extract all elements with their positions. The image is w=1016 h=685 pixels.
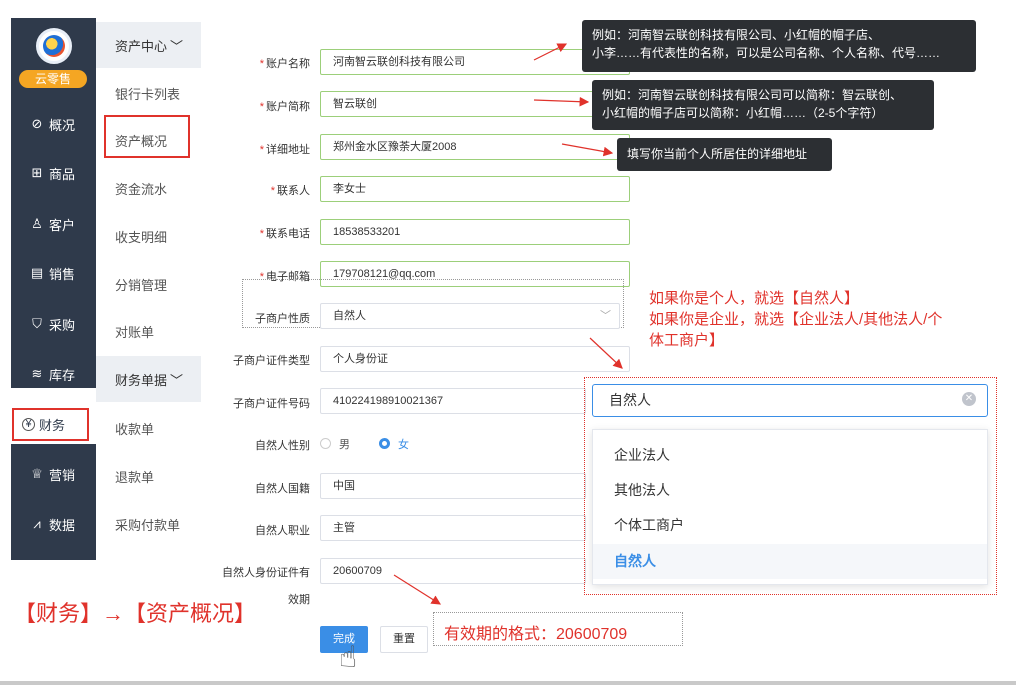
annotation-expiry: 有效期的格式：20600709 (444, 626, 628, 643)
nav-item-data[interactable]: ⩘ 数据 (11, 504, 96, 544)
app-badge: 云零售 (19, 70, 87, 88)
nav-label: 销售 (49, 266, 76, 282)
annotation-text: 如果你是个人，就选【自然人】 (649, 290, 860, 307)
field-label: * 账户名称 (259, 58, 310, 70)
field-label: 子商户性质 (255, 313, 310, 325)
nav-label: 商品 (49, 166, 76, 182)
nav-label: 营销 (49, 467, 76, 483)
sub-type-select[interactable]: 自然人 ﹀ (320, 303, 620, 329)
field-label: * 账户简称 (259, 101, 310, 113)
tooltip-address: 填写你当前个人所居住的详细地址 (617, 138, 832, 171)
address-input[interactable]: 郑州金水区豫荼大厦2008 (320, 134, 630, 160)
field-label: 子商户证件号码 (233, 398, 310, 410)
crown-icon: ♕ (31, 466, 43, 481)
annotation-sub-type: 如果你是个人，就选【自然人】 如果你是企业，就选【企业法人/其他法人/个 体工商… (649, 288, 942, 351)
cert-number-input[interactable]: 410224198910021367 (320, 388, 586, 414)
compass-icon: ⊘ (31, 116, 43, 131)
field-label: * 联系电话 (259, 228, 310, 240)
subnav-group-asset-center[interactable]: 资产中心 ﹀ (96, 22, 201, 68)
annotation-path: 【财务】→【资产概况】 (14, 601, 257, 626)
hand-cursor-icon: ☝ (339, 641, 358, 674)
cert-type-select[interactable]: 个人身份证 (320, 346, 630, 372)
nav-label: 库存 (49, 367, 76, 383)
annotation-text: 如果你是企业，就选【企业法人/其他法人/个 (649, 311, 943, 328)
gender-female-radio[interactable] (379, 438, 390, 449)
chevron-down-icon: ﹀ (170, 38, 184, 54)
tooltip-account-name: 例如：河南智云联创科技有限公司、小红帽的帽子店、 小李……有代表性的名称，可以是… (582, 20, 976, 72)
field-label: 自然人身份证件有 (222, 567, 310, 579)
tooltip-text: 小李……有代表性的名称，可以是公司名称、个人名称、代号…… (592, 46, 941, 60)
subnav-item[interactable]: 银行卡列表 (115, 84, 180, 103)
tooltip-account-short: 例如：河南智云联创科技有限公司可以简称：智云联创、 小红帽的帽子店可以简称：小红… (592, 80, 934, 130)
basket-icon: ⛉ (32, 316, 42, 331)
tooltip-text: 例如：河南智云联创科技有限公司、小红帽的帽子店、 (592, 28, 881, 42)
bottom-divider (0, 681, 1016, 685)
subnav-item[interactable]: 资金流水 (115, 179, 167, 198)
field-label: 自然人国籍 (255, 483, 310, 495)
subnav-item[interactable]: 收款单 (115, 419, 154, 438)
phone-input[interactable]: 18538533201 (320, 219, 630, 245)
field-label: 子商户证件类型 (233, 355, 310, 367)
subnav-item[interactable]: 采购付款单 (115, 515, 180, 534)
subnav-group-label: 资产中心 (115, 38, 168, 54)
logo-icon (36, 28, 72, 64)
document-icon: ▤ (30, 265, 44, 280)
highlight-box (104, 115, 190, 158)
select-value: 自然人 (333, 310, 366, 322)
grid-icon: ⊞ (31, 165, 43, 180)
reset-button[interactable]: 重置 (380, 626, 428, 653)
dropdown-option[interactable]: 企业法人 (593, 438, 987, 473)
chart-line-icon: ⩘ (33, 516, 41, 531)
root: { "app": { "badge": "云零售" }, "nav": { "i… (0, 0, 1016, 685)
yen-icon: ¥ (22, 418, 35, 431)
contact-input[interactable]: 李女士 (320, 176, 630, 202)
subnav-item[interactable]: 退款单 (115, 467, 154, 486)
field-label: 自然人性别 (255, 440, 310, 452)
dropdown-option-selected[interactable]: 自然人 (593, 544, 987, 579)
chevron-down-icon: ﹀ (170, 372, 184, 388)
nav-label: 数据 (49, 517, 76, 533)
subnav-item[interactable]: 对账单 (115, 322, 154, 341)
tooltip-text: 例如：河南智云联创科技有限公司可以简称：智云联创、 (602, 88, 903, 102)
field-label: * 详细地址 (259, 144, 310, 156)
subnav-group-finance-docs[interactable]: 财务单据 ﹀ (96, 356, 201, 402)
nav-label: 财务 (39, 418, 66, 433)
field-label: 自然人职业 (255, 525, 310, 537)
nav-label: 客户 (49, 217, 76, 233)
nav-item-overview[interactable]: ⊘ 概况 (11, 104, 96, 144)
user-icon: ♙ (31, 216, 43, 231)
dropdown-option[interactable]: 个体工商户 (593, 508, 987, 543)
sub-type-dropdown-panel: 企业法人 其他法人 个体工商户 自然人 (592, 429, 988, 585)
subnav-group-label: 财务单据 (115, 372, 168, 388)
id-expiry-input[interactable]: 20600709 (320, 558, 586, 584)
chevron-down-icon: ﹀ (600, 310, 611, 322)
nav-label: 概况 (49, 117, 76, 133)
dropdown-option[interactable]: 其他法人 (593, 473, 987, 508)
sub-type-dropdown-input[interactable]: 自然人 (592, 384, 988, 417)
nav-item-sales[interactable]: ▤ 销售 (11, 253, 96, 293)
radio-label: 女 (398, 439, 409, 451)
app-logo[interactable]: 云零售 (11, 18, 96, 96)
nav-item-goods[interactable]: ⊞ 商品 (11, 153, 96, 193)
annotation-text: 体工商户】 (649, 332, 725, 349)
main-sidebar: 云零售 ⊘ 概况 ⊞ 商品 ♙ 客户 ▤ 销售 ⛉ 采购 ≋ 库存 ♕ 营销 ⩘ 数据 (11, 18, 96, 560)
nationality-input[interactable]: 中国 (320, 473, 586, 499)
occupation-input[interactable]: 主管 (320, 515, 586, 541)
account-short-input[interactable]: 智云联创 (320, 91, 630, 117)
gender-male-radio[interactable] (320, 438, 331, 449)
tooltip-text: 小红帽的帽子店可以简称：小红帽……（2-5个字符） (602, 106, 884, 120)
nav-item-customers[interactable]: ♙ 客户 (11, 204, 96, 244)
nav-label: 采购 (49, 317, 76, 333)
nav-item-purchase[interactable]: ⛉ 采购 (11, 304, 96, 344)
field-label: * 联系人 (270, 185, 310, 197)
nav-item-finance[interactable]: ¥ 财务 (12, 408, 89, 441)
nav-item-marketing[interactable]: ♕ 营销 (11, 454, 96, 494)
subnav-item[interactable]: 收支明细 (115, 227, 167, 246)
subnav-item[interactable]: 分销管理 (115, 275, 167, 294)
clear-icon[interactable]: ✕ (962, 392, 976, 406)
radio-label: 男 (339, 439, 350, 451)
layers-icon: ≋ (31, 366, 43, 381)
